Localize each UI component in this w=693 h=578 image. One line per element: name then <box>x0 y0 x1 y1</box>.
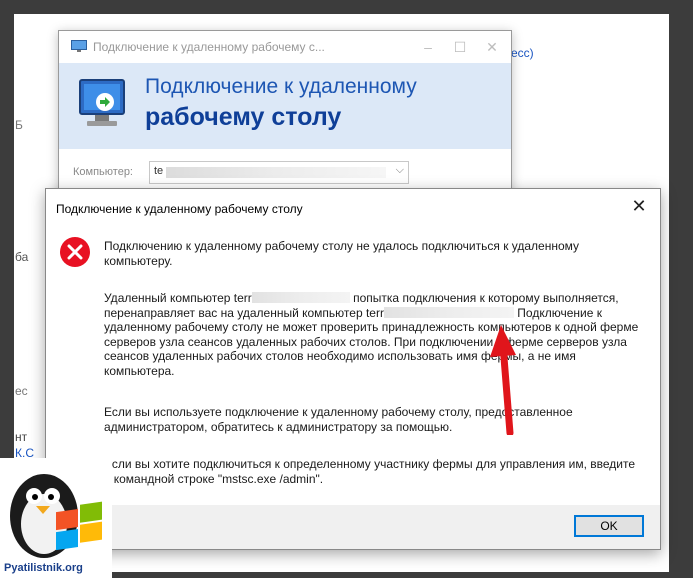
background-text-fragment: нт <box>15 430 28 444</box>
computer-label: Компьютер: <box>73 166 133 178</box>
error-icon <box>60 237 90 267</box>
dialog-title: Подключение к удаленному рабочему столу <box>56 202 303 216</box>
redacted-text <box>251 292 350 303</box>
annotation-arrow-icon <box>490 325 516 435</box>
background-link[interactable]: есс) <box>511 46 534 60</box>
close-icon[interactable]: ✕ <box>628 195 650 217</box>
chevron-down-icon[interactable]: ⌵ <box>396 164 404 177</box>
remote-desktop-icon <box>71 40 87 52</box>
message-paragraph-2: Удаленный компьютер terr попытка подключ… <box>104 291 644 378</box>
message-paragraph-3: Если вы используете подключение к удален… <box>104 405 573 434</box>
redacted-text <box>166 167 386 178</box>
rdp-heading-line1: Подключение к удаленному <box>145 75 417 98</box>
maximize-icon[interactable]: ☐ <box>449 37 471 57</box>
rdp-client-window: Подключение к удаленному рабочему с... –… <box>58 30 512 202</box>
ok-button[interactable]: OK <box>574 515 644 537</box>
message-paragraph-1: Подключению к удаленному рабочему столу … <box>104 239 580 268</box>
computer-combobox[interactable]: te ⌵ <box>149 161 409 184</box>
error-dialog: Подключение к удаленному рабочему столу … <box>45 188 661 550</box>
computer-value: te <box>154 165 164 177</box>
message-paragraph-4: Если вы хотите подключиться к определенн… <box>104 457 635 486</box>
minimize-icon[interactable]: – <box>417 37 439 57</box>
message-text: Удаленный компьютер terr <box>104 291 252 305</box>
penguin-logo-icon <box>0 458 112 578</box>
background-text-fragment: ба <box>15 250 29 264</box>
rdp-heading-line2: рабочему столу <box>145 103 342 131</box>
background-text-fragment: Б <box>15 118 23 132</box>
remote-desktop-monitor-icon <box>79 79 125 126</box>
rdp-window-title: Подключение к удаленному рабочему с... <box>93 40 325 54</box>
rdp-titlebar: Подключение к удаленному рабочему с... –… <box>59 31 511 63</box>
rdp-banner: Подключение к удаленному рабочему столу <box>59 63 511 149</box>
dialog-footer: OK <box>46 505 660 549</box>
watermark-text: Pyatilistnik.org <box>4 562 83 574</box>
close-icon[interactable]: ✕ <box>481 37 503 57</box>
background-text-fragment: ес <box>15 384 28 398</box>
